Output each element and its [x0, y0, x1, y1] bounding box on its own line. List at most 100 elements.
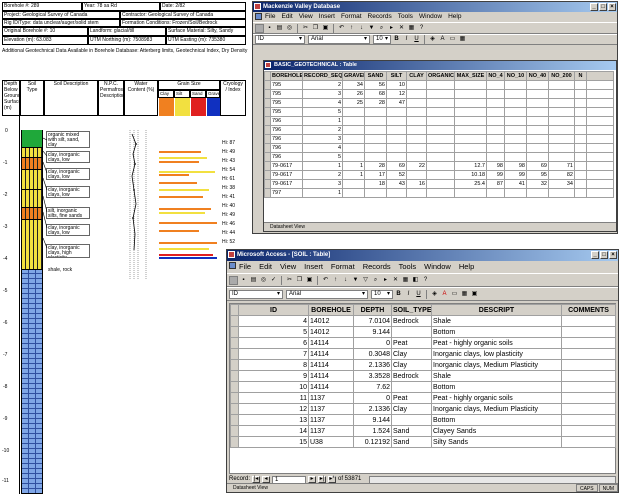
table-cell[interactable]: Sand: [391, 436, 432, 448]
italic-icon[interactable]: I: [404, 290, 413, 299]
table-cell[interactable]: 3.3528: [353, 370, 392, 382]
table-cell[interactable]: [574, 152, 587, 162]
size-select[interactable]: 10 ▾: [373, 35, 391, 44]
column-header[interactable]: ID: [238, 304, 309, 316]
table-cell[interactable]: [504, 188, 527, 198]
table-cell[interactable]: [454, 125, 487, 135]
table-cell[interactable]: [504, 152, 527, 162]
row-selector[interactable]: [230, 370, 239, 382]
table-cell[interactable]: 14114: [308, 348, 354, 360]
table-cell[interactable]: 99: [504, 170, 527, 180]
table-cell[interactable]: 17: [364, 170, 387, 180]
row-selector[interactable]: [230, 403, 239, 415]
table-cell[interactable]: 26: [342, 89, 365, 99]
table-cell[interactable]: [454, 98, 487, 108]
menu-tools[interactable]: Tools: [398, 13, 413, 21]
table-cell[interactable]: [574, 134, 587, 144]
maximize-button[interactable]: □: [600, 251, 608, 259]
font-color-icon[interactable]: A: [438, 35, 447, 44]
menu-insert[interactable]: Insert: [319, 13, 335, 21]
line-color-icon[interactable]: ▭: [450, 290, 459, 299]
table-cell[interactable]: [504, 80, 527, 90]
row-selector[interactable]: [230, 326, 239, 338]
table-cell[interactable]: [548, 107, 575, 117]
apply-filter-icon[interactable]: ▽: [361, 276, 370, 285]
table-cell[interactable]: [426, 89, 455, 99]
table-cell[interactable]: [486, 143, 505, 153]
table-cell[interactable]: [561, 315, 616, 327]
table-cell[interactable]: [406, 116, 427, 126]
table-row[interactable]: 795 2 34 56 10: [264, 80, 614, 90]
table-cell[interactable]: [406, 152, 427, 162]
minimize-button[interactable]: _: [590, 3, 598, 11]
table-cell[interactable]: 82: [548, 170, 575, 180]
mvdb-window[interactable]: Mackenzie Valley Database _ □ × File Edi…: [252, 1, 618, 234]
table-cell[interactable]: [504, 143, 527, 153]
help-icon[interactable]: ?: [421, 276, 430, 285]
table-cell[interactable]: [561, 414, 616, 426]
table-cell[interactable]: 41: [504, 179, 527, 189]
menu-tools[interactable]: Tools: [399, 262, 417, 272]
close-button[interactable]: ×: [608, 3, 616, 11]
special-effect-icon[interactable]: ▣: [470, 290, 479, 299]
table-cell[interactable]: 1: [342, 170, 365, 180]
table-cell[interactable]: [548, 98, 575, 108]
table-row[interactable]: 796 3: [264, 134, 614, 144]
copy-icon[interactable]: ❐: [295, 276, 304, 285]
table-cell[interactable]: 2: [302, 125, 343, 135]
table-row[interactable]: 5 14012 9.144 Bottom: [230, 326, 616, 338]
column-header[interactable]: BOREHOLE: [308, 304, 354, 316]
table-cell[interactable]: 1: [302, 116, 343, 126]
table-cell[interactable]: [426, 125, 455, 135]
table-row[interactable]: 15 U38 0.12192 Sand Silty Sands: [230, 436, 616, 448]
table-row[interactable]: 797 1: [264, 188, 614, 198]
table-cell[interactable]: 14114: [308, 381, 354, 393]
paste-icon[interactable]: ▣: [321, 24, 330, 33]
table-cell[interactable]: [504, 116, 527, 126]
table-cell[interactable]: 13: [238, 414, 309, 426]
table-cell[interactable]: 7: [238, 348, 309, 360]
table-cell[interactable]: Inorganic clays, Medium Plasticity: [431, 359, 562, 371]
table-row[interactable]: 79-0617 3 18 43 16 25.4 87 41 32 34: [264, 179, 614, 189]
row-selector[interactable]: [230, 425, 239, 437]
select-all-corner[interactable]: [230, 304, 239, 316]
table-cell[interactable]: [548, 134, 575, 144]
table-cell[interactable]: [342, 152, 365, 162]
table-cell[interactable]: [426, 107, 455, 117]
underline-icon[interactable]: U: [414, 290, 423, 299]
save-icon[interactable]: ▪: [239, 276, 248, 285]
menu-window[interactable]: Window: [419, 13, 442, 21]
table-cell[interactable]: [561, 425, 616, 437]
table-cell[interactable]: [486, 134, 505, 144]
table-cell[interactable]: [548, 80, 575, 90]
sort-desc-icon[interactable]: ↓: [341, 276, 350, 285]
table-cell[interactable]: [454, 89, 487, 99]
table-cell[interactable]: [548, 89, 575, 99]
table-cell[interactable]: [561, 348, 616, 360]
table-cell[interactable]: Bottom: [431, 381, 562, 393]
line-color-icon[interactable]: ▭: [448, 35, 457, 44]
column-header[interactable]: RECORD_SEQ: [302, 71, 343, 81]
table-cell[interactable]: Inorganic clays, low plasticity: [431, 348, 562, 360]
table-cell[interactable]: [391, 326, 432, 338]
table-cell[interactable]: 34: [548, 179, 575, 189]
menu-edit[interactable]: Edit: [259, 262, 272, 272]
table-cell[interactable]: 52: [386, 170, 407, 180]
table-cell[interactable]: 43: [386, 179, 407, 189]
paste-icon[interactable]: ▣: [305, 276, 314, 285]
size-select[interactable]: 10 ▾: [371, 289, 393, 299]
row-selector[interactable]: [230, 436, 239, 448]
table-cell[interactable]: [406, 143, 427, 153]
table-cell[interactable]: 0.12192: [353, 436, 392, 448]
table-cell[interactable]: Bedrock: [391, 370, 432, 382]
table-cell[interactable]: 1: [342, 161, 365, 171]
table-cell[interactable]: [426, 152, 455, 162]
column-header[interactable]: NO_40: [526, 71, 549, 81]
table-cell[interactable]: [386, 188, 407, 198]
menu-help[interactable]: Help: [448, 13, 461, 21]
table-cell[interactable]: 12.7: [454, 161, 487, 171]
table-cell[interactable]: [426, 143, 455, 153]
table-cell[interactable]: [426, 179, 455, 189]
delete-record-icon[interactable]: ✕: [391, 276, 400, 285]
table-row[interactable]: 6 14114 0 Peat Peat - highly organic soils: [230, 337, 616, 349]
